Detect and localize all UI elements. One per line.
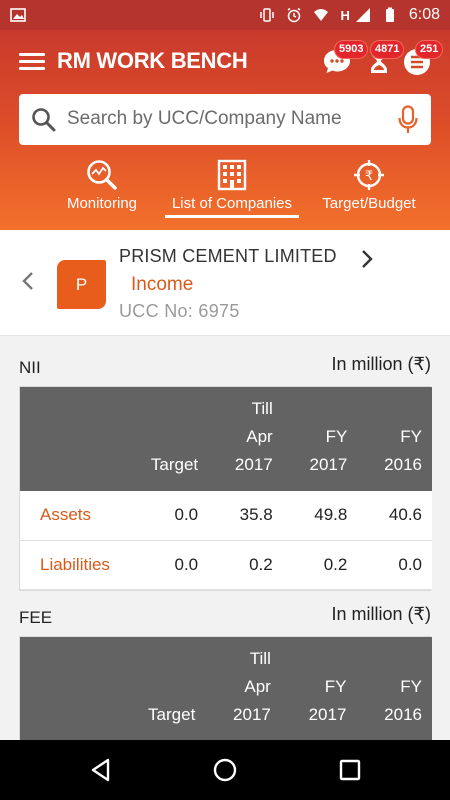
section-unit: In million (₹) xyxy=(331,604,431,624)
table-header-row: Target Till Apr 2017 FY 2017 FY 2016 xyxy=(20,637,432,741)
chevron-right-icon[interactable] xyxy=(360,249,374,269)
tasks-badge: 4871 xyxy=(370,40,405,59)
vibrate-icon xyxy=(260,8,275,22)
list-button[interactable]: 251 xyxy=(402,40,444,76)
tab-list-of-companies[interactable]: List of Companies xyxy=(159,155,305,230)
app-title: RM WORK BENCH xyxy=(57,48,248,73)
tab-monitoring[interactable]: Monitoring xyxy=(56,155,148,230)
header-cell-fy-2017: FY 2017 xyxy=(280,637,357,741)
status-bar: H 6:08 xyxy=(0,0,450,30)
system-nav-bar xyxy=(0,740,450,800)
company-avatar: P xyxy=(57,260,106,309)
tab-target-budget[interactable]: ₹ Target/Budget xyxy=(313,155,425,230)
home-icon[interactable] xyxy=(212,757,238,783)
table-row[interactable]: Assets 0.0 35.8 49.8 40.6 xyxy=(20,491,432,541)
cell-value: 0.2 xyxy=(208,540,283,590)
search-input[interactable] xyxy=(67,102,387,136)
chevron-left-icon[interactable] xyxy=(20,270,36,292)
list-badge: 251 xyxy=(415,40,444,59)
header-cell-target: Target xyxy=(116,637,206,741)
app-bar: RM WORK BENCH 5903 4871 251 xyxy=(0,30,450,92)
table-row[interactable]: Liabilities 0.0 0.2 0.2 0.0 xyxy=(20,540,432,590)
row-label[interactable]: Liabilities xyxy=(20,540,120,590)
cell-value: 0.0 xyxy=(119,491,209,541)
active-tab-indicator xyxy=(165,215,299,218)
back-icon[interactable] xyxy=(88,757,114,783)
company-card: P PRISM CEMENT LIMITED Income UCC No: 69… xyxy=(0,230,450,336)
company-name: PRISM CEMENT LIMITED xyxy=(119,246,337,266)
header-cell-fy-2017: FY 2017 xyxy=(282,387,358,491)
alarm-icon xyxy=(288,7,301,23)
nii-section: NII In million (₹) Target Till Apr 2017 FY… xyxy=(19,352,432,591)
nii-table: Target Till Apr 2017 FY 2017 FY 2016 Assets … xyxy=(20,387,432,590)
section-title: NII xyxy=(19,358,41,377)
svg-text:₹: ₹ xyxy=(365,169,373,184)
cell-value: 35.8 xyxy=(208,491,283,541)
tab-monitoring-label: Monitoring xyxy=(66,195,138,212)
search-icon xyxy=(32,108,56,132)
fee-section: FEE In million (₹) Target Till Apr 2017 FY… xyxy=(19,602,432,742)
status-time: 6:08 xyxy=(408,6,440,23)
tab-bar: Monitoring List of Companies ₹ Target/Bu… xyxy=(0,155,450,230)
company-type: Income xyxy=(131,274,194,295)
cell-value: 49.8 xyxy=(282,491,358,541)
menu-icon[interactable] xyxy=(19,52,45,72)
cell-value: 0.2 xyxy=(282,540,358,590)
recents-icon[interactable] xyxy=(337,757,363,783)
monitoring-icon xyxy=(87,160,117,190)
search-bar xyxy=(19,94,431,145)
app-header: RM WORK BENCH 5903 4871 251 Monitoring L… xyxy=(0,30,450,230)
messages-button[interactable]: 5903 xyxy=(322,40,369,76)
section-unit: In million (₹) xyxy=(331,354,431,374)
header-cell-fy-2016: FY 2016 xyxy=(356,637,432,741)
header-cell-till-apr-2017: Till Apr 2017 xyxy=(205,637,281,741)
cell-value: 0.0 xyxy=(119,540,209,590)
header-cell-target: Target xyxy=(119,387,209,491)
header-cell-fy-2016: FY 2016 xyxy=(357,387,432,491)
rupee-target-icon: ₹ xyxy=(354,160,384,190)
gallery-icon xyxy=(10,8,26,22)
header-cell xyxy=(20,387,120,491)
tasks-button[interactable]: 4871 xyxy=(364,40,405,76)
tab-list-of-companies-label: List of Companies xyxy=(171,195,293,212)
fee-table: Target Till Apr 2017 FY 2017 FY 2016 xyxy=(20,637,432,741)
tab-target-budget-label: Target/Budget xyxy=(322,195,416,212)
signal-icon xyxy=(355,8,370,22)
cell-value: 40.6 xyxy=(357,491,432,541)
header-cell xyxy=(20,637,116,741)
header-cell-till-apr-2017: Till Apr 2017 xyxy=(208,387,283,491)
table-header-row: Target Till Apr 2017 FY 2017 FY 2016 xyxy=(20,387,432,491)
row-label[interactable]: Assets xyxy=(20,491,120,541)
section-title: FEE xyxy=(19,608,53,627)
cell-value: 0.0 xyxy=(357,540,432,590)
battery-icon xyxy=(385,7,394,22)
building-icon xyxy=(217,159,247,191)
wifi-icon xyxy=(314,9,329,21)
microphone-icon[interactable] xyxy=(397,105,419,135)
ucc-number: UCC No: 6975 xyxy=(119,301,240,321)
network-type: H xyxy=(340,7,350,23)
